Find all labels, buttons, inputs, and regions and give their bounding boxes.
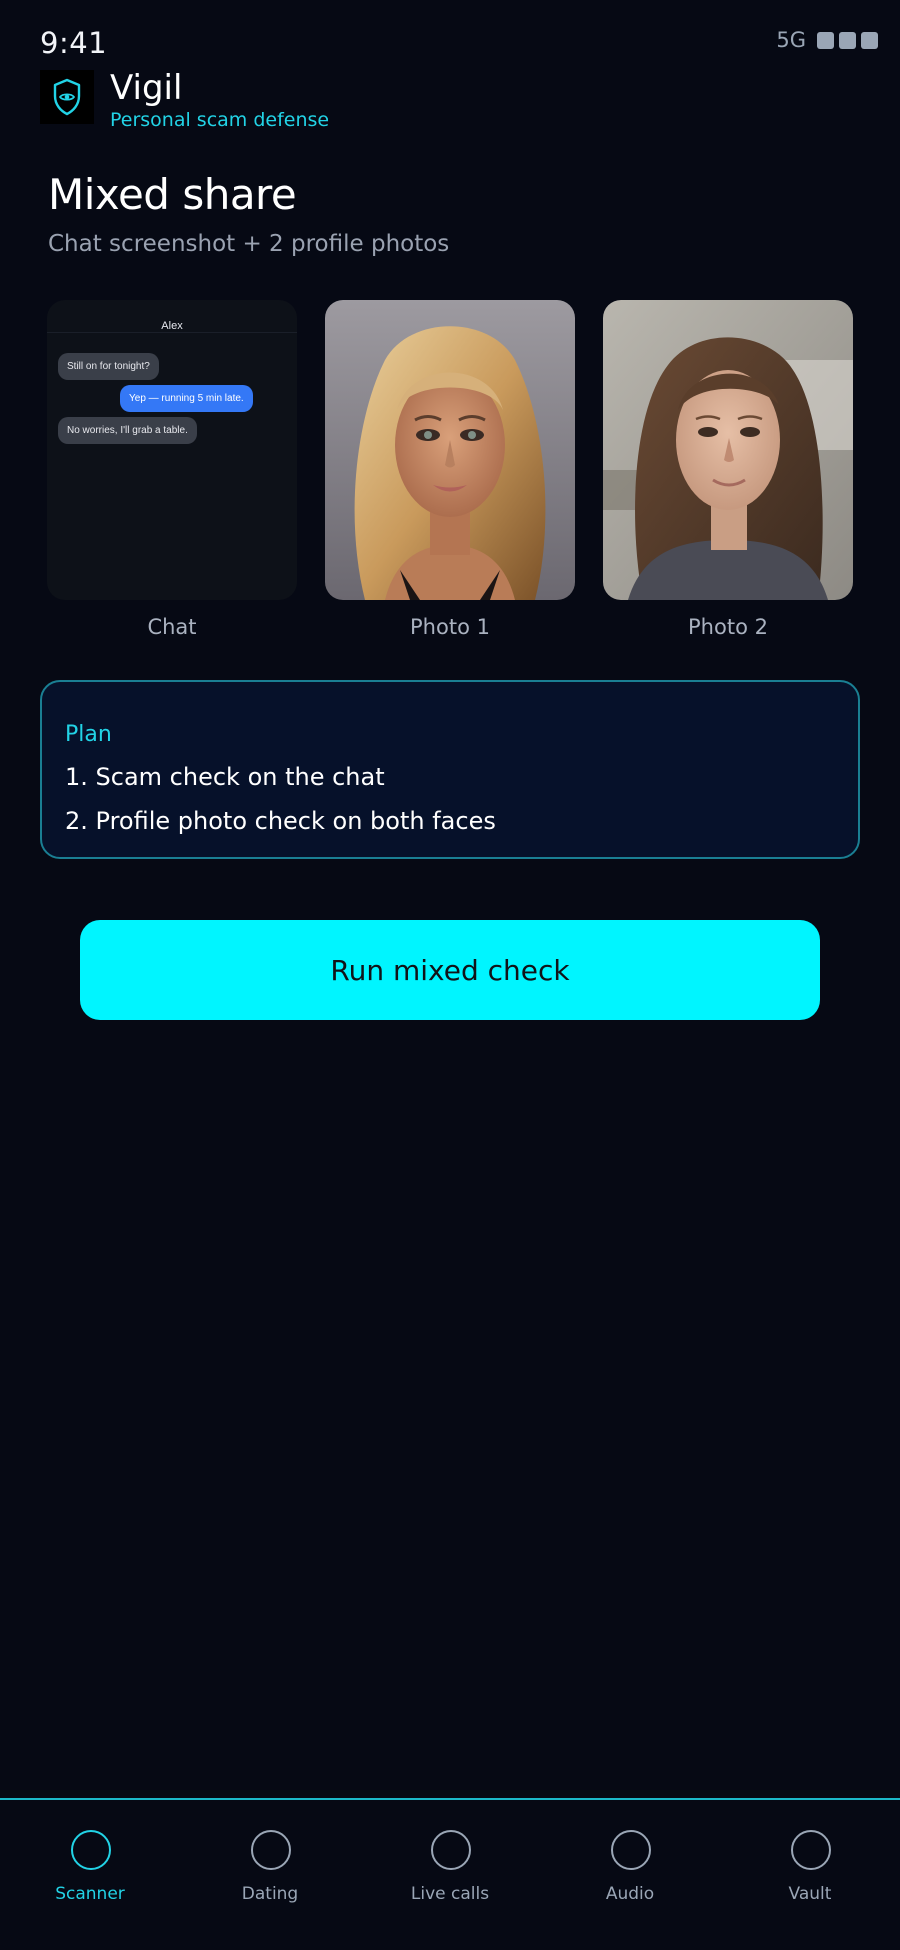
- live-calls-icon: [431, 1830, 471, 1870]
- attachment-label-photo-2: Photo 2: [688, 615, 768, 639]
- nav-label: Audio: [605, 1884, 655, 1904]
- nav-tab-dating[interactable]: Dating: [180, 1800, 360, 1950]
- chat-message-incoming: Still on for tonight?: [58, 353, 159, 380]
- status-time: 9:41: [40, 26, 108, 60]
- profile-photo-2-thumbnail[interactable]: [603, 300, 853, 600]
- nav-label: Vault: [788, 1884, 832, 1904]
- nav-label: Dating: [241, 1884, 299, 1904]
- plan-card: Plan 1. Scam check on the chat 2. Profil…: [40, 680, 860, 859]
- run-mixed-check-button[interactable]: Run mixed check: [80, 920, 820, 1020]
- chat-message-outgoing: Yep — running 5 min late.: [120, 385, 253, 412]
- nav-tab-audio[interactable]: Audio: [540, 1800, 720, 1950]
- scanner-icon: [71, 1830, 111, 1870]
- app-name: Vigil: [110, 68, 183, 108]
- nav-tab-live-calls[interactable]: Live calls: [360, 1800, 540, 1950]
- audio-icon: [611, 1830, 651, 1870]
- signal-icon: [817, 31, 834, 49]
- nav-tab-scanner[interactable]: Scanner: [0, 1800, 180, 1950]
- nav-tab-vault[interactable]: Vault: [720, 1800, 900, 1950]
- attachment-label-photo-1: Photo 1: [410, 615, 490, 639]
- shield-eye-icon: [40, 70, 94, 124]
- vault-icon: [791, 1830, 831, 1870]
- plan-step: 1. Scam check on the chat: [65, 763, 385, 791]
- page-title: Mixed share: [48, 170, 297, 219]
- chat-message-incoming: No worries, I'll grab a table.: [58, 417, 197, 444]
- app-tagline: Personal scam defense: [110, 109, 330, 131]
- page-subtitle: Chat screenshot + 2 profile photos: [48, 231, 450, 257]
- battery-icon: [861, 31, 878, 49]
- attachment-label-chat: Chat: [147, 615, 197, 639]
- nav-label: Live calls: [410, 1884, 490, 1904]
- nav-label: Scanner: [55, 1884, 125, 1904]
- plan-step: 2. Profile photo check on both faces: [65, 807, 496, 835]
- chat-screenshot-thumbnail[interactable]: Alex Still on for tonight? Yep — running…: [47, 300, 297, 600]
- profile-photo-1-thumbnail[interactable]: [325, 300, 575, 600]
- dating-icon: [251, 1830, 291, 1870]
- plan-title: Plan: [65, 722, 112, 747]
- signal-icon: [839, 31, 856, 49]
- chat-contact-name: Alex: [47, 300, 297, 333]
- network-label: 5G: [776, 28, 806, 52]
- status-indicators: 5G: [776, 28, 878, 52]
- bottom-nav: Scanner Dating Live calls Audio Vault: [0, 1798, 900, 1950]
- app-screen: 9:41 5G Vigil Personal scam defense Mixe…: [0, 0, 900, 1950]
